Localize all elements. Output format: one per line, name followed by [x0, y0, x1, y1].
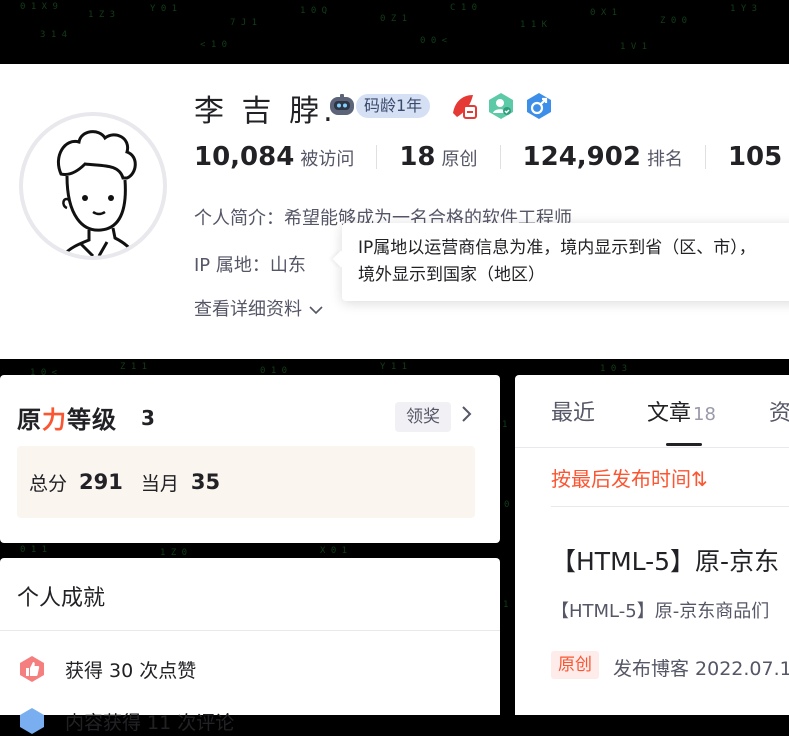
stat-visits[interactable]: 10,084 被访问 — [194, 142, 376, 172]
user-check-medal-icon[interactable] — [486, 91, 516, 121]
level-number: 3 — [141, 406, 155, 430]
logo-part: 原 — [17, 406, 42, 434]
ip-tooltip: IP属地以运营商信息为准，境内显示到省（区、市）， 境外显示到国家（地区） — [342, 223, 789, 301]
stat-value: 10,084 — [194, 142, 295, 172]
stat-label: 被访问 — [300, 149, 355, 170]
divider — [0, 630, 500, 631]
ip-location[interactable]: IP 属地：山东 — [194, 251, 306, 277]
achievements-title: 个人成就 — [17, 586, 106, 611]
red-medal-icon[interactable] — [449, 91, 479, 121]
claim-reward-button[interactable]: 领奖 — [395, 402, 451, 432]
level-logo: 原力等级 — [17, 400, 117, 435]
article-title[interactable]: 【HTML-5】原-京东 — [551, 542, 779, 578]
tab-count: 18 — [693, 404, 716, 425]
tab-recent[interactable]: 最近 — [551, 395, 595, 427]
profile-card: 李 吉 脖. 码龄1年 10,084 被访问 18 原创 124,902 排名 … — [0, 64, 789, 359]
achievement-text: 内容获得 11 次评论 — [65, 711, 235, 734]
article-meta: 发布博客 2022.07.1 — [613, 658, 789, 680]
tab-label: 资 — [769, 401, 789, 426]
stat-label: 排名 — [646, 149, 683, 170]
achievement-item: 获得 30 次点赞 — [17, 654, 196, 684]
tooltip-line: IP属地以运营商信息为准，境内显示到省（区、市）， — [358, 238, 756, 258]
achievement-text: 获得 30 次点赞 — [65, 659, 197, 682]
logo-part: 等级 — [67, 406, 117, 434]
stat-rank[interactable]: 124,902 排名 — [499, 142, 705, 172]
tab-resources[interactable]: 资 — [769, 395, 789, 427]
robot-badge-icon — [330, 94, 354, 115]
articles-panel: 最近 文章 18 资 按最后发布时间⇅ 【HTML-5】原-京东 【HTML-5】… — [515, 375, 789, 715]
tab-label: 文章 — [647, 401, 692, 426]
original-tag: 原创 — [551, 651, 599, 679]
tab-articles[interactable]: 文章 18 — [647, 395, 716, 427]
achievement-item: 内容获得 11 次评论 — [17, 706, 234, 736]
sort-by-publish-time[interactable]: 按最后发布时间⇅ — [551, 463, 708, 492]
month-score-label: 当月 — [140, 472, 179, 495]
stat-fans[interactable]: 105 — [704, 142, 789, 172]
profile-stats: 10,084 被访问 18 原创 124,902 排名 105 — [194, 140, 789, 174]
achievements-card: 个人成就 获得 30 次点赞 内容获得 11 次评论 — [0, 558, 500, 734]
article-description[interactable]: 【HTML-5】原-京东商品们 — [551, 597, 769, 623]
chevron-down-icon — [309, 306, 323, 315]
total-score-value: 291 — [79, 470, 123, 494]
code-age-badge: 码龄1年 — [356, 94, 431, 118]
level-card: 原力等级 3 领奖 总分 291 当月 35 — [0, 375, 500, 543]
stat-label: 原创 — [441, 149, 478, 170]
logo-part: 力 — [42, 406, 67, 434]
stat-value: 124,902 — [522, 142, 641, 172]
article-tabs: 最近 文章 18 资 — [515, 375, 789, 448]
score-box: 总分 291 当月 35 — [17, 446, 475, 518]
user-name: 李 吉 脖. — [194, 94, 337, 129]
stat-value: 105 — [727, 142, 783, 172]
month-score-value: 35 — [190, 470, 221, 494]
stat-original[interactable]: 18 原创 — [376, 142, 499, 172]
stat-value: 18 — [399, 142, 436, 172]
thumbs-up-icon — [20, 656, 44, 682]
view-details-label: 查看详细资料 — [194, 299, 302, 320]
total-score-label: 总分 — [29, 472, 68, 495]
active-tab-indicator — [666, 443, 702, 446]
view-details-link[interactable]: 查看详细资料 — [194, 295, 324, 321]
male-icon — [527, 93, 551, 119]
comment-icon — [20, 708, 44, 734]
avatar[interactable] — [19, 112, 167, 260]
divider — [551, 506, 789, 507]
tab-label: 最近 — [551, 401, 596, 426]
chevron-right-icon[interactable] — [460, 403, 474, 431]
tooltip-line: 境外显示到国家（地区） — [358, 265, 545, 285]
